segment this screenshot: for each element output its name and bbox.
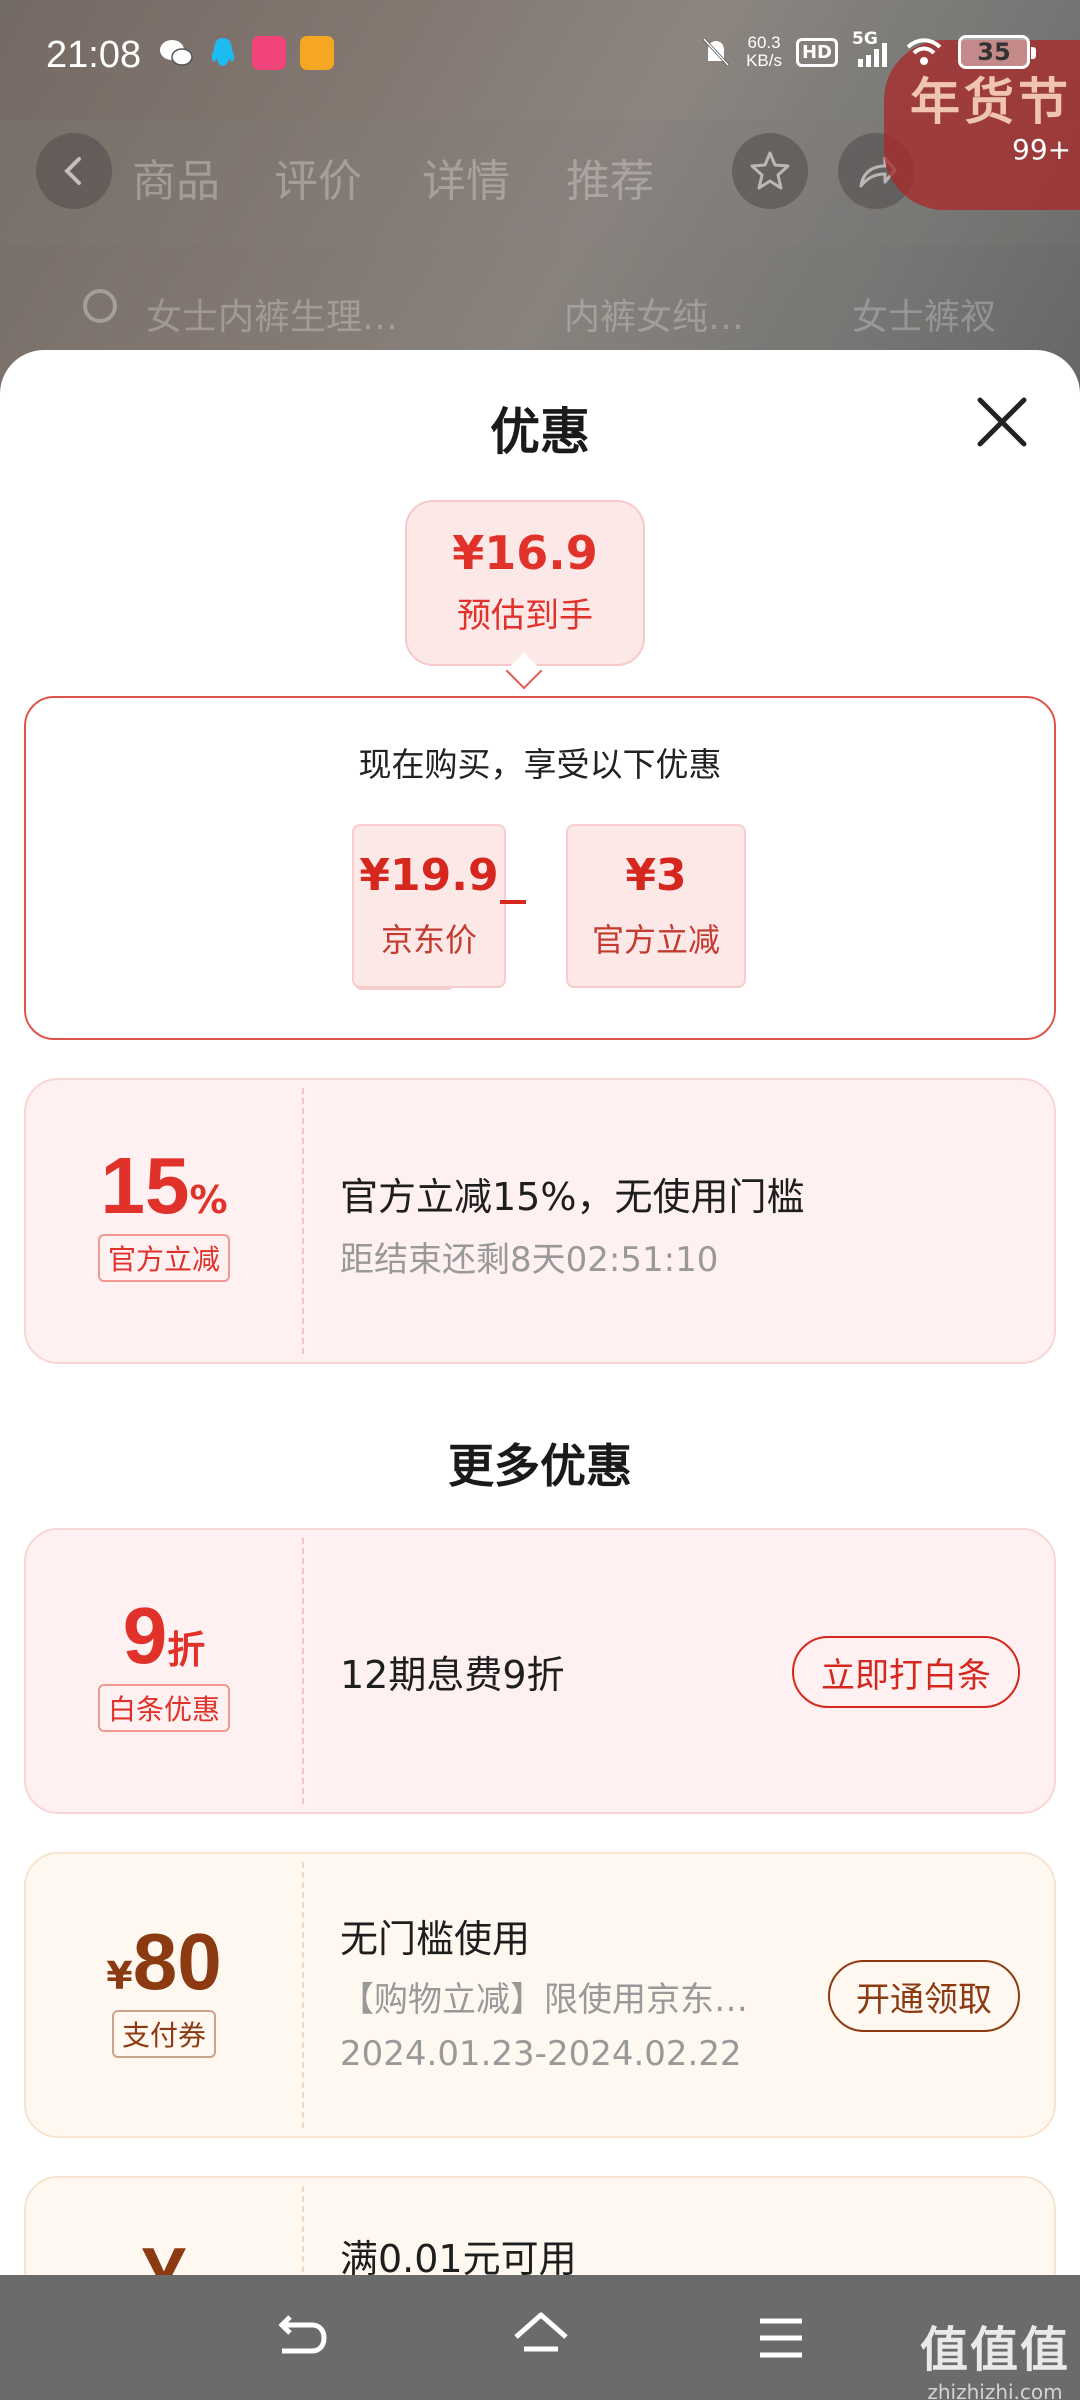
price-breakdown-card: 现在购买，享受以下优惠: [24, 696, 1056, 1040]
coupon-value-area: 15% 官方立减: [26, 1080, 302, 1362]
notification-icons: [158, 36, 334, 70]
coupon-percent-sign: %: [189, 1178, 228, 1222]
system-nav-bar: [0, 2275, 1080, 2400]
official-discount-label: 官方立减: [591, 921, 720, 959]
discount-sheet: 优惠 ¥16.9 预估到手 现在购买，享受以下优惠 ¥19.9 京东价 ¥3 官…: [0, 350, 1080, 2275]
tab-recommend[interactable]: 推荐: [566, 145, 654, 209]
jd-price-item: ¥19.9 京东价: [352, 824, 506, 988]
network-speed: 60.3 KB/s: [746, 33, 782, 70]
nav-home-button[interactable]: [508, 2305, 574, 2371]
official-discount-coupon: 15% 官方立减 官方立减15%，无使用门槛 距结束还剩8天02:51:10: [24, 1078, 1056, 1364]
tab-reviews[interactable]: 评价: [274, 145, 362, 209]
coupon-tag: 支付券: [111, 2010, 216, 2058]
sheet-title: 优惠: [490, 403, 590, 461]
coupon-title: 无门槛使用: [340, 1917, 531, 1961]
hd-badge: HD: [795, 37, 838, 67]
coupon-value-area: 9折 白条优惠: [26, 1530, 302, 1812]
nav-menu-button[interactable]: [748, 2305, 814, 2371]
estimated-price-badge: ¥16.9 预估到手: [405, 500, 645, 666]
qq-icon: [211, 38, 235, 66]
minus-sign: [500, 900, 526, 904]
coupon-validity: 2024.01.23-2024.02.22: [340, 2034, 742, 2074]
breakdown-heading: 现在购买，享受以下优惠: [358, 745, 722, 784]
close-button[interactable]: [972, 392, 1032, 452]
nav-back-button[interactable]: [268, 2305, 334, 2371]
official-discount-value: ¥3: [625, 850, 687, 901]
coupon-divider: [302, 2186, 304, 2275]
message-count-badge: 99+: [1012, 133, 1072, 166]
menu-icon: [760, 2318, 802, 2358]
coupon-divider: [302, 1538, 304, 1804]
app-notification-icon-2: [300, 36, 334, 70]
star-icon: [750, 151, 790, 190]
coupon-percent: 15: [100, 1141, 190, 1230]
coupon-currency: ¥: [106, 1954, 133, 1998]
app-notification-icon: [252, 36, 286, 70]
watermark: 值值值 zhizhizhi.com: [919, 2322, 1070, 2400]
coupon-countdown: 距结束还剩8天02:51:10: [340, 1240, 719, 1280]
more-discounts-heading: 更多优惠: [448, 1439, 632, 1493]
status-bar: 21:08 60.3 KB/s HD 5G 35: [0, 0, 1080, 110]
search-chip-1[interactable]: 女士内裤生理…: [146, 288, 398, 340]
coupon-description: 【购物立减】限使用京东…: [340, 1980, 748, 2020]
coupon-discount-unit: 折: [167, 1628, 206, 1672]
baitiao-coupon: 9折 白条优惠 12期息费9折 立即打白条: [24, 1528, 1056, 1814]
favorite-button[interactable]: [732, 133, 808, 209]
estimated-price-label: 预估到手: [457, 596, 593, 636]
signal-indicator: 5G: [852, 29, 890, 69]
system-icons: 60.3 KB/s HD 5G 35: [700, 29, 1036, 70]
coupon-amount: ¥: [142, 2231, 187, 2275]
back-button[interactable]: [36, 133, 112, 209]
coupon-value-area: ¥: [26, 2178, 302, 2275]
use-baitiao-button[interactable]: 立即打白条: [792, 1636, 1020, 1708]
coupon-discount: 9: [122, 1591, 168, 1680]
official-discount-item: ¥3 官方立减: [566, 824, 746, 988]
mute-bell-icon: [702, 37, 730, 67]
search-icon: [83, 289, 117, 323]
status-time: 21:08: [46, 34, 142, 76]
coupon-title: 满0.01元可用: [340, 2237, 577, 2275]
search-chip-3[interactable]: 女士裤衩: [852, 288, 996, 340]
activate-claim-button[interactable]: 开通领取: [828, 1960, 1020, 2032]
close-icon: [977, 397, 1027, 447]
wechat-icon: [160, 40, 193, 66]
tab-details[interactable]: 详情: [422, 145, 510, 209]
coupon-divider: [302, 1862, 304, 2128]
coupon-tag: 白条优惠: [97, 1684, 230, 1732]
back-arrow-icon: [278, 2315, 327, 2354]
search-chip-2[interactable]: 内裤女纯…: [564, 288, 744, 340]
coupon-title: 官方立减15%，无使用门槛: [340, 1175, 805, 1219]
coupon-divider: [302, 1088, 304, 1354]
coupon-title: 12期息费9折: [340, 1653, 565, 1697]
coupon-amount: 80: [132, 1917, 222, 2006]
estimated-price: ¥16.9: [452, 526, 598, 580]
wifi-icon: [906, 38, 942, 65]
jd-price-value: ¥19.9: [359, 850, 499, 901]
tab-product[interactable]: 商品: [132, 145, 220, 209]
jd-price-label: 京东价: [380, 921, 477, 959]
coupon-value-area: ¥80 支付券: [26, 1854, 302, 2136]
partial-coupon: ¥ 满0.01元可用: [24, 2176, 1056, 2275]
payment-coupon: ¥80 支付券 无门槛使用 【购物立减】限使用京东… 2024.01.23-20…: [24, 1852, 1056, 2138]
home-icon: [514, 2312, 568, 2352]
battery-indicator: 35: [958, 35, 1036, 69]
chevron-left-icon: [64, 157, 81, 185]
coupon-tag: 官方立减: [97, 1234, 230, 1282]
